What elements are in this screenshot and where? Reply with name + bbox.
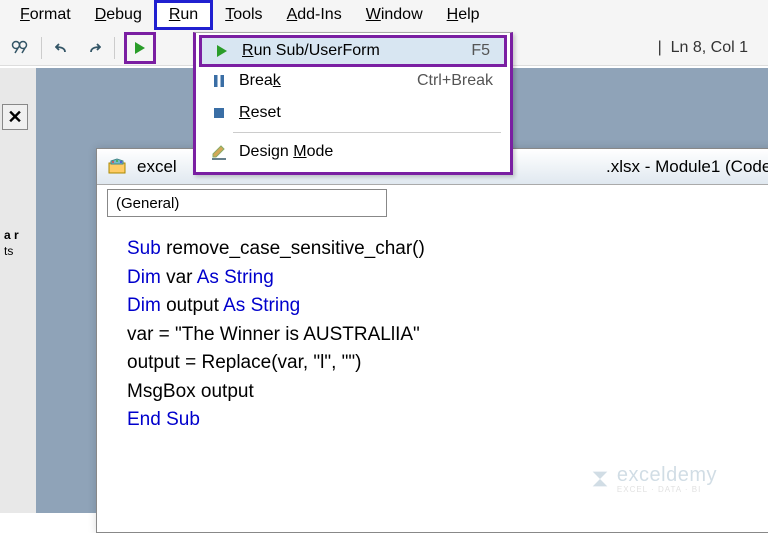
window-title: excel: [137, 157, 177, 177]
undo-icon[interactable]: [51, 36, 75, 60]
menu-break[interactable]: Break Ctrl+Break: [199, 65, 507, 97]
find-icon[interactable]: [8, 36, 32, 60]
stop-icon: [205, 107, 233, 119]
menu-format[interactable]: Format: [8, 3, 83, 27]
code-editor[interactable]: Sub remove_case_sensitive_char() Dim var…: [97, 221, 768, 449]
menu-item-label: Break: [233, 72, 417, 90]
menu-window[interactable]: Window: [354, 3, 435, 27]
redo-icon[interactable]: [81, 36, 105, 60]
window-title-suffix: .xlsx - Module1 (Code): [606, 157, 768, 177]
menu-item-label: Reset: [233, 104, 501, 122]
menu-tools[interactable]: Tools: [213, 3, 274, 27]
menu-run-sub[interactable]: Run Sub/UserForm F5: [199, 35, 507, 67]
module-icon: [107, 157, 127, 177]
code-window: excel .xlsx - Module1 (Code) (General) S…: [96, 148, 768, 533]
watermark: exceldemy EXCEL · DATA · BI: [589, 464, 717, 494]
sidebar-text: a r ts: [4, 228, 19, 259]
design-icon: [205, 144, 233, 160]
menu-item-label: Design Mode: [233, 143, 501, 161]
run-button-highlight: [124, 32, 156, 64]
menu-item-label: Run Sub/UserForm: [236, 42, 471, 60]
procedure-select[interactable]: (General): [107, 189, 387, 217]
run-button[interactable]: [128, 36, 152, 60]
menu-design-mode[interactable]: Design Mode: [199, 136, 507, 168]
watermark-icon: [589, 468, 611, 490]
menubar: Format Debug Run Tools Add-Ins Window He…: [0, 0, 768, 30]
menu-debug[interactable]: Debug: [83, 3, 154, 27]
menu-separator: [233, 132, 501, 133]
cursor-position: | Ln 8, Col 1: [646, 39, 760, 57]
run-menu-dropdown: Run Sub/UserForm F5 Break Ctrl+Break Res…: [193, 32, 513, 175]
menu-shortcut: Ctrl+Break: [417, 72, 501, 90]
menu-shortcut: F5: [471, 42, 498, 60]
menu-help[interactable]: Help: [435, 3, 492, 27]
sidebar: ✕ a r ts: [0, 68, 36, 513]
menu-reset[interactable]: Reset: [199, 97, 507, 129]
pause-icon: [205, 74, 233, 88]
close-button[interactable]: ✕: [2, 104, 28, 130]
menu-run[interactable]: Run: [154, 0, 213, 30]
play-icon: [208, 44, 236, 58]
menu-addins[interactable]: Add-Ins: [275, 3, 354, 27]
